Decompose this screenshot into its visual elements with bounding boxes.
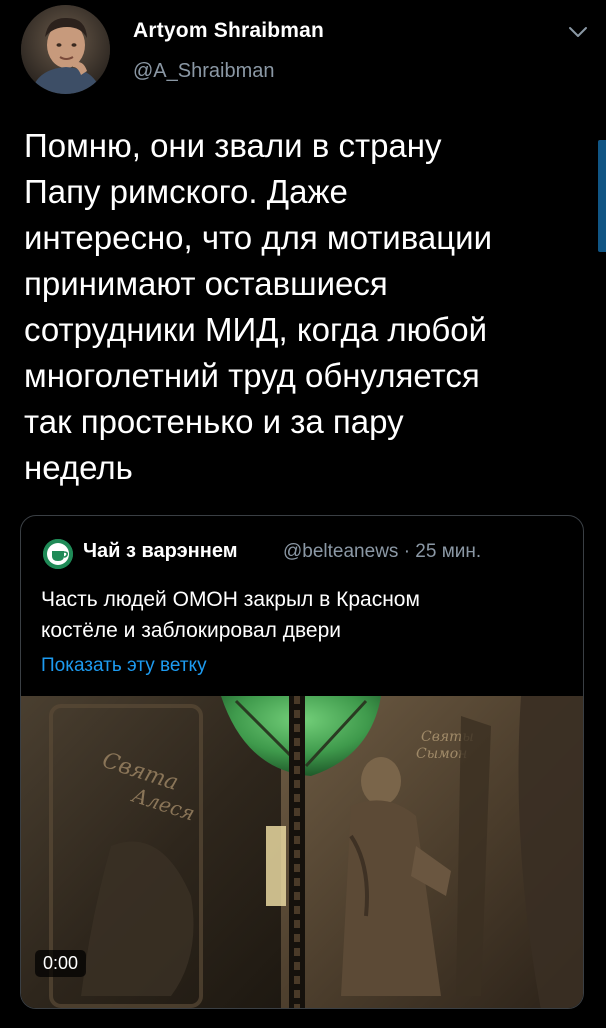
video-player[interactable]: Свята Алеся Святы Сымон 0:00 xyxy=(21,696,583,1008)
quoted-author-name[interactable]: Чай з варэннем xyxy=(83,540,238,563)
quoted-author-avatar-icon[interactable] xyxy=(43,539,73,569)
video-time-label: 0:00 xyxy=(35,950,87,977)
scroll-indicator xyxy=(598,140,606,252)
author-name[interactable]: Artyom Shraibman xyxy=(133,19,324,43)
video-frame-image: Свята Алеся Святы Сымон xyxy=(21,696,583,1008)
quoted-author-meta: @belteanews · 25 мин. xyxy=(283,541,482,562)
tweet-header: Artyom Shraibman @A_Shraibman xyxy=(0,0,606,110)
show-thread-link[interactable]: Показать эту ветку xyxy=(41,655,207,677)
svg-text:Сымон: Сымон xyxy=(416,746,467,762)
chevron-down-icon[interactable] xyxy=(565,22,591,42)
author-avatar[interactable] xyxy=(21,5,110,94)
avatar-photo-icon xyxy=(21,5,110,94)
author-handle[interactable]: @A_Shraibman xyxy=(133,60,274,83)
tweet-text: Помню, они звали в страну Папу римского.… xyxy=(24,127,493,486)
quoted-tweet-card[interactable]: Чай з варэннем @belteanews · 25 мин. Час… xyxy=(20,515,584,1009)
quoted-tweet-text: Часть людей ОМОН закрыл в Красном костёл… xyxy=(41,588,420,642)
